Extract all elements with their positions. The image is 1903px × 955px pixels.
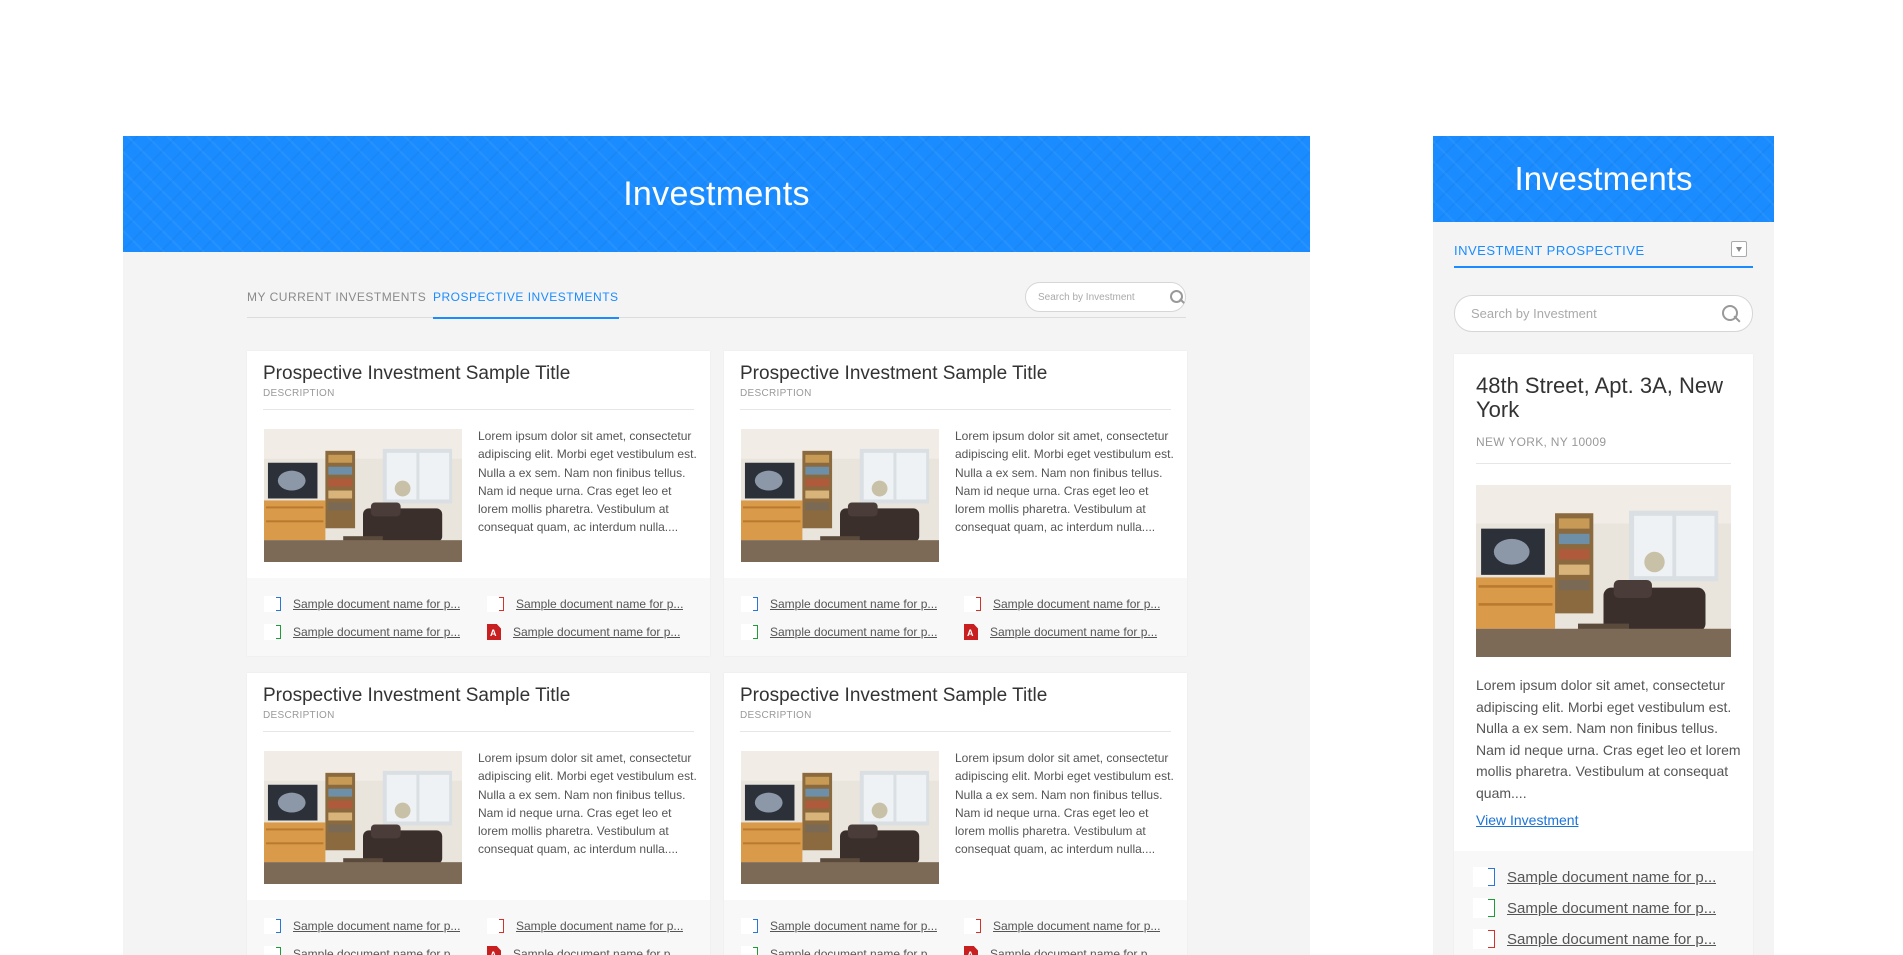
card-title: Prospective Investment Sample Title (263, 363, 571, 384)
document-list: W Sample document name for p... X Sample… (1454, 851, 1753, 955)
document-link[interactable]: W Sample document name for p... (741, 918, 937, 934)
document-link[interactable]: A Sample document name for p... (487, 624, 680, 640)
word-icon: W (741, 596, 758, 612)
document-link[interactable]: W Sample document name for p... (1473, 867, 1716, 887)
document-link[interactable]: X Sample document name for p... (1473, 898, 1716, 918)
word-icon: W (264, 596, 281, 612)
document-link[interactable]: W Sample document name for p... (741, 596, 937, 612)
excel-icon: X (264, 624, 281, 640)
document-list: W Sample document name for p... P Sample… (247, 578, 710, 656)
card-description: DESCRIPTION (263, 710, 335, 721)
document-link[interactable]: W Sample document name for p... (264, 918, 460, 934)
property-photo (264, 429, 462, 562)
pdf-icon: A (964, 946, 978, 955)
excel-icon: X (741, 946, 758, 955)
card-text: Lorem ipsum dolor sit amet, consectetur … (478, 751, 697, 857)
document-list: W Sample document name for p... P Sample… (247, 900, 710, 955)
document-link[interactable]: X Sample document name for p... (741, 624, 937, 640)
investment-card: 48th Street, Apt. 3A, New York NEW YORK,… (1454, 354, 1753, 955)
card-title: Prospective Investment Sample Title (740, 363, 1048, 384)
property-photo (741, 751, 939, 884)
excel-icon: X (264, 946, 281, 955)
divider (1476, 463, 1731, 464)
card-description: DESCRIPTION (263, 388, 335, 399)
tab-bar: MY CURRENT INVESTMENTS PROSPECTIVE INVES… (247, 272, 1186, 319)
document-link[interactable]: P Sample document name for p... (1473, 929, 1716, 949)
divider (740, 731, 1171, 732)
mobile-panel: Investments INVESTMENT PROSPECTIVE 48th … (1433, 136, 1774, 955)
page-title: Investments (1514, 160, 1693, 197)
card-description: DESCRIPTION (740, 710, 812, 721)
view-investment-link[interactable]: View Investment (1476, 812, 1578, 828)
powerpoint-icon: P (964, 596, 981, 612)
document-list: W Sample document name for p... P Sample… (724, 900, 1187, 955)
document-link[interactable]: P Sample document name for p... (487, 918, 683, 934)
divider (263, 731, 694, 732)
header-banner: Investments (123, 136, 1310, 252)
document-link[interactable]: W Sample document name for p... (264, 596, 460, 612)
tab-my-current-investments[interactable]: MY CURRENT INVESTMENTS (247, 290, 426, 304)
tab-prospective-investments[interactable]: PROSPECTIVE INVESTMENTS (433, 290, 619, 319)
card-text: Lorem ipsum dolor sit amet, consectetur … (478, 429, 697, 535)
investment-card: Prospective Investment Sample Title DESC… (724, 351, 1187, 656)
pdf-icon: A (964, 624, 978, 640)
document-link[interactable]: P Sample document name for p... (487, 596, 683, 612)
excel-icon: X (741, 624, 758, 640)
divider (263, 409, 694, 410)
search-input[interactable] (1471, 306, 1722, 321)
desktop-panel: Investments MY CURRENT INVESTMENTS PROSP… (123, 136, 1310, 955)
search-box (1454, 295, 1753, 332)
powerpoint-icon: P (487, 596, 504, 612)
card-text: Lorem ipsum dolor sit amet, consectetur … (955, 429, 1174, 535)
document-link[interactable]: A Sample document name for p... (964, 946, 1157, 955)
card-text: Lorem ipsum dolor sit amet, consectetur … (955, 751, 1174, 857)
document-list: W Sample document name for p... P Sample… (724, 578, 1187, 656)
property-photo (1476, 485, 1731, 657)
document-link[interactable]: P Sample document name for p... (964, 596, 1160, 612)
property-photo (264, 751, 462, 884)
search-box (1025, 282, 1186, 312)
word-icon: W (741, 918, 758, 934)
search-icon[interactable] (1722, 304, 1740, 323)
property-photo (741, 429, 939, 562)
document-link[interactable]: X Sample document name for p... (264, 946, 460, 955)
document-link[interactable]: A Sample document name for p... (964, 624, 1157, 640)
chevron-down-icon[interactable] (1731, 241, 1747, 257)
word-icon: W (264, 918, 281, 934)
word-icon: W (1473, 867, 1495, 887)
divider (740, 409, 1171, 410)
card-description: DESCRIPTION (740, 388, 812, 399)
excel-icon: X (1473, 898, 1495, 918)
card-text: Lorem ipsum dolor sit amet, consectetur … (1476, 677, 1741, 801)
page-title: Investments (623, 174, 810, 213)
document-link[interactable]: X Sample document name for p... (264, 624, 460, 640)
powerpoint-icon: P (1473, 929, 1495, 949)
document-link[interactable]: A Sample document name for p... (487, 946, 680, 955)
investment-card: Prospective Investment Sample Title DESC… (247, 673, 710, 955)
card-address: NEW YORK, NY 10009 (1476, 435, 1607, 449)
investment-card: Prospective Investment Sample Title DESC… (247, 351, 710, 656)
powerpoint-icon: P (964, 918, 981, 934)
search-icon[interactable] (1170, 290, 1183, 304)
pdf-icon: A (487, 624, 501, 640)
pdf-icon: A (487, 946, 501, 955)
header-banner: Investments (1433, 136, 1774, 222)
card-title: Prospective Investment Sample Title (263, 685, 571, 706)
document-link[interactable]: P Sample document name for p... (964, 918, 1160, 934)
document-link[interactable]: X Sample document name for p... (741, 946, 937, 955)
search-input[interactable] (1038, 291, 1170, 303)
card-title: Prospective Investment Sample Title (740, 685, 1048, 706)
investment-card: Prospective Investment Sample Title DESC… (724, 673, 1187, 955)
investment-type-dropdown[interactable]: INVESTMENT PROSPECTIVE (1454, 233, 1753, 268)
card-title: 48th Street, Apt. 3A, New York (1476, 373, 1724, 422)
powerpoint-icon: P (487, 918, 504, 934)
dropdown-label: INVESTMENT PROSPECTIVE (1454, 243, 1645, 258)
